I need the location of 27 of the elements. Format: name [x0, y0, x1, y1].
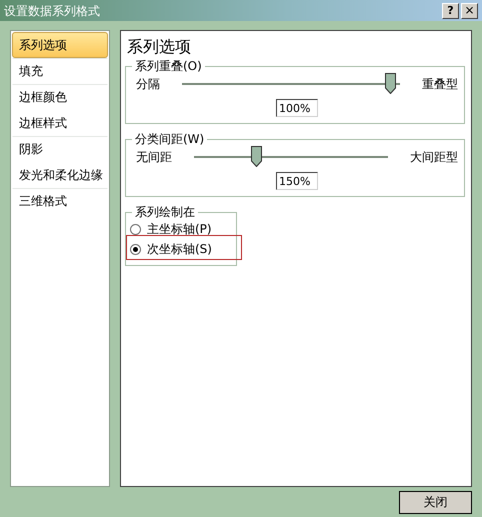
radio-button[interactable] [130, 224, 141, 234]
panel-title: 系列选项 [127, 37, 192, 57]
close-button[interactable]: 关闭 [399, 490, 472, 514]
group-legend: 系列重叠(O) [132, 59, 205, 73]
sidebar-item[interactable]: 边框样式 [12, 110, 108, 136]
help-button[interactable]: ? [442, 2, 459, 18]
group-legend: 分类间距(W) [132, 132, 208, 146]
max-label: 大间距型 [410, 149, 458, 166]
min-label: 无间距 [136, 149, 172, 166]
radio-label: 次坐标轴(S) [147, 241, 212, 258]
max-label: 重叠型 [422, 76, 458, 93]
min-label: 分隔 [136, 76, 160, 93]
sidebar-item[interactable]: 三维格式 [12, 188, 108, 214]
radio-label: 主坐标轴(P) [147, 221, 212, 238]
value-field[interactable]: 100% [276, 99, 318, 117]
sidebar-item[interactable]: 边框颜色 [12, 84, 108, 110]
sidebar-item[interactable]: 填充 [12, 58, 108, 84]
sidebar-item[interactable]: 发光和柔化边缘 [12, 162, 108, 188]
close-button[interactable]: × [461, 2, 478, 18]
window-title: 设置数据系列格式 [4, 2, 101, 20]
slider-thumb[interactable] [250, 146, 262, 167]
value-field[interactable]: 150% [276, 172, 318, 190]
sidebar-item[interactable]: 系列选项 [12, 32, 108, 58]
radio-button[interactable] [130, 244, 141, 254]
slider-thumb[interactable] [384, 73, 396, 94]
sidebar-item[interactable]: 阴影 [12, 136, 108, 162]
group-legend: 系列绘制在 [132, 205, 198, 219]
